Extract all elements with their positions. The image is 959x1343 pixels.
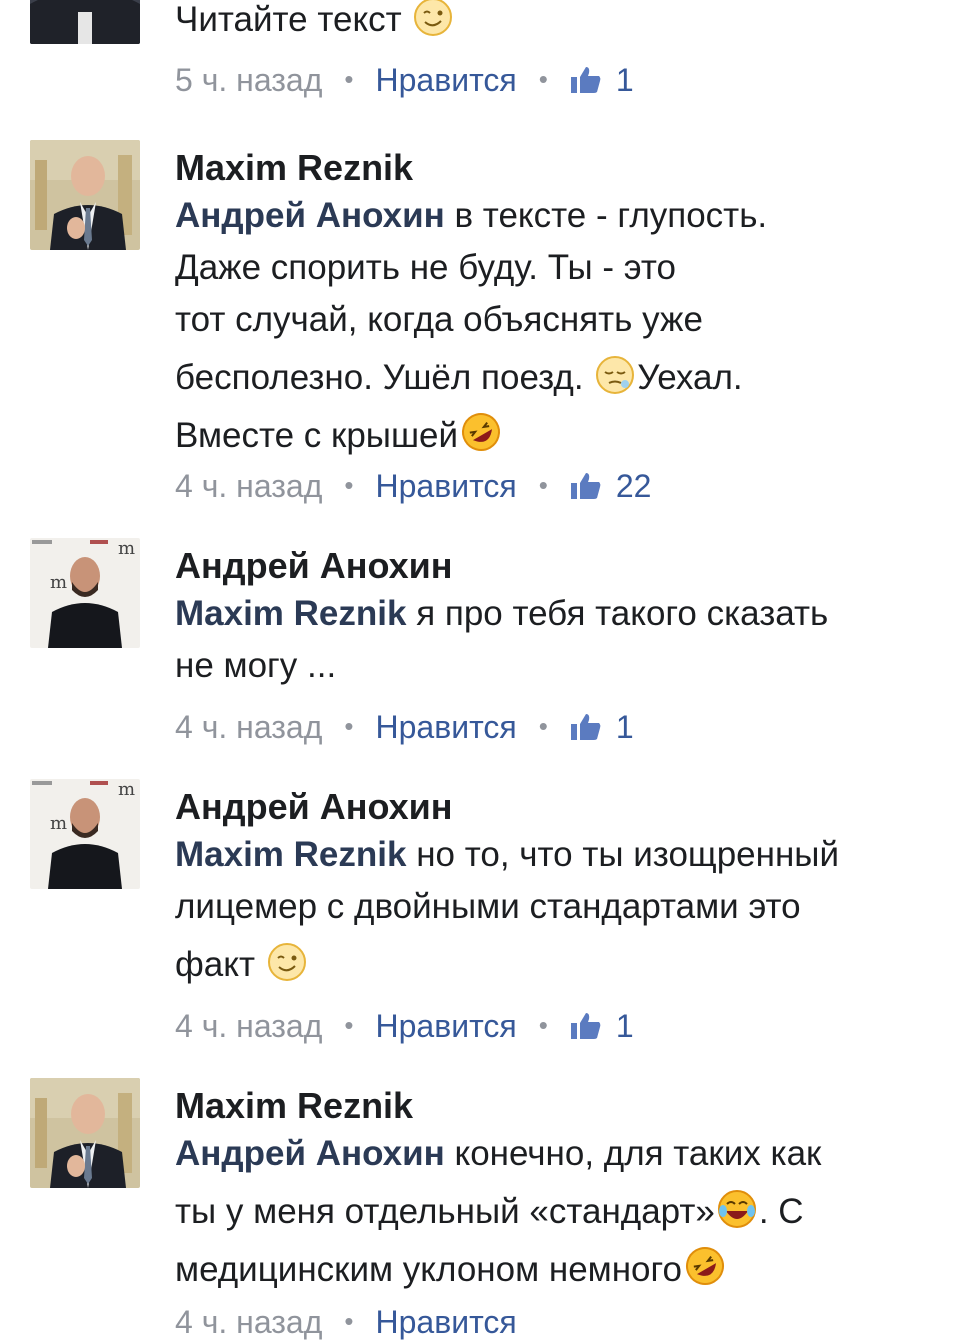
mention-link[interactable]: Андрей Анохин	[175, 196, 445, 235]
like-button[interactable]: Нравится	[376, 1008, 517, 1044]
thumbs-up-icon	[570, 63, 602, 105]
separator-dot: •	[538, 470, 548, 500]
avatar-top[interactable]	[30, 0, 140, 44]
svg-text:m: m	[118, 779, 135, 800]
like-button[interactable]: Нравится	[376, 1304, 517, 1340]
comment-text: Maxim Reznik но то, что ты изощренный ли…	[175, 829, 919, 997]
timestamp[interactable]: 4 ч. назад	[175, 709, 322, 745]
like-count[interactable]: 22	[616, 468, 652, 504]
mention-link[interactable]: Maxim Reznik	[175, 835, 406, 874]
rofl-emoji	[684, 1245, 726, 1302]
like-button[interactable]: Нравится	[376, 709, 517, 745]
separator-dot: •	[344, 711, 354, 741]
like-button[interactable]: Нравится	[376, 62, 517, 98]
comment-author[interactable]: Андрей Анохин	[175, 785, 919, 829]
comment-meta: 4 ч. назад • Нравится	[175, 1300, 517, 1343]
timestamp[interactable]: 5 ч. назад	[175, 62, 322, 98]
comment-meta: 4 ч. назад • Нравится • 1	[175, 1004, 634, 1051]
like-count[interactable]: 1	[616, 709, 634, 745]
wink-emoji	[267, 942, 307, 997]
like-count[interactable]: 1	[616, 1008, 634, 1044]
separator-dot: •	[344, 1306, 354, 1336]
separator-dot: •	[344, 64, 354, 94]
mention-link[interactable]: Андрей Анохин	[175, 1134, 445, 1173]
avatar-andrey-anokhin[interactable]: m m	[30, 538, 140, 648]
comment-text: Maxim Reznik я про тебя такого сказать н…	[175, 594, 829, 685]
avatar-maxim-reznik[interactable]	[30, 1078, 140, 1188]
avatar-andrey-anokhin[interactable]: m m	[30, 779, 140, 889]
comment-author[interactable]: Maxim Reznik	[175, 146, 919, 190]
rofl-emoji	[460, 411, 502, 468]
timestamp[interactable]: 4 ч. назад	[175, 1008, 322, 1044]
thumbs-up-icon	[570, 710, 602, 752]
comment-author[interactable]: Андрей Анохин	[175, 544, 919, 588]
joy-emoji	[717, 1189, 757, 1244]
mention-link[interactable]: Maxim Reznik	[175, 594, 406, 633]
avatar-maxim-reznik[interactable]	[30, 140, 140, 250]
comment-text: Андрей Анохин конечно, для таких как ты …	[175, 1128, 919, 1302]
comment-text: Читайте текст	[175, 0, 919, 52]
separator-dot: •	[538, 1010, 548, 1040]
timestamp[interactable]: 4 ч. назад	[175, 468, 322, 504]
comment-meta: 4 ч. назад • Нравится • 1	[175, 705, 634, 752]
separator-dot: •	[344, 470, 354, 500]
thumbs-up-icon	[570, 469, 602, 511]
svg-text:m: m	[50, 813, 67, 834]
separator-dot: •	[538, 711, 548, 741]
like-button[interactable]: Нравится	[376, 468, 517, 504]
sleepy-emoji	[595, 355, 635, 410]
thumbs-up-icon	[570, 1009, 602, 1051]
timestamp[interactable]: 4 ч. назад	[175, 1304, 322, 1340]
like-count[interactable]: 1	[616, 62, 634, 98]
separator-dot: •	[344, 1010, 354, 1040]
svg-text:m: m	[118, 538, 135, 559]
svg-text:m: m	[50, 572, 67, 593]
comment-meta: 4 ч. назад • Нравится • 22	[175, 464, 651, 511]
comment-author[interactable]: Maxim Reznik	[175, 1084, 919, 1128]
separator-dot: •	[538, 64, 548, 94]
comment-text: Андрей Анохин в тексте - глупость. Даже …	[175, 190, 919, 468]
wink-emoji	[413, 0, 453, 52]
comment-meta: 5 ч. назад • Нравится • 1	[175, 58, 634, 105]
